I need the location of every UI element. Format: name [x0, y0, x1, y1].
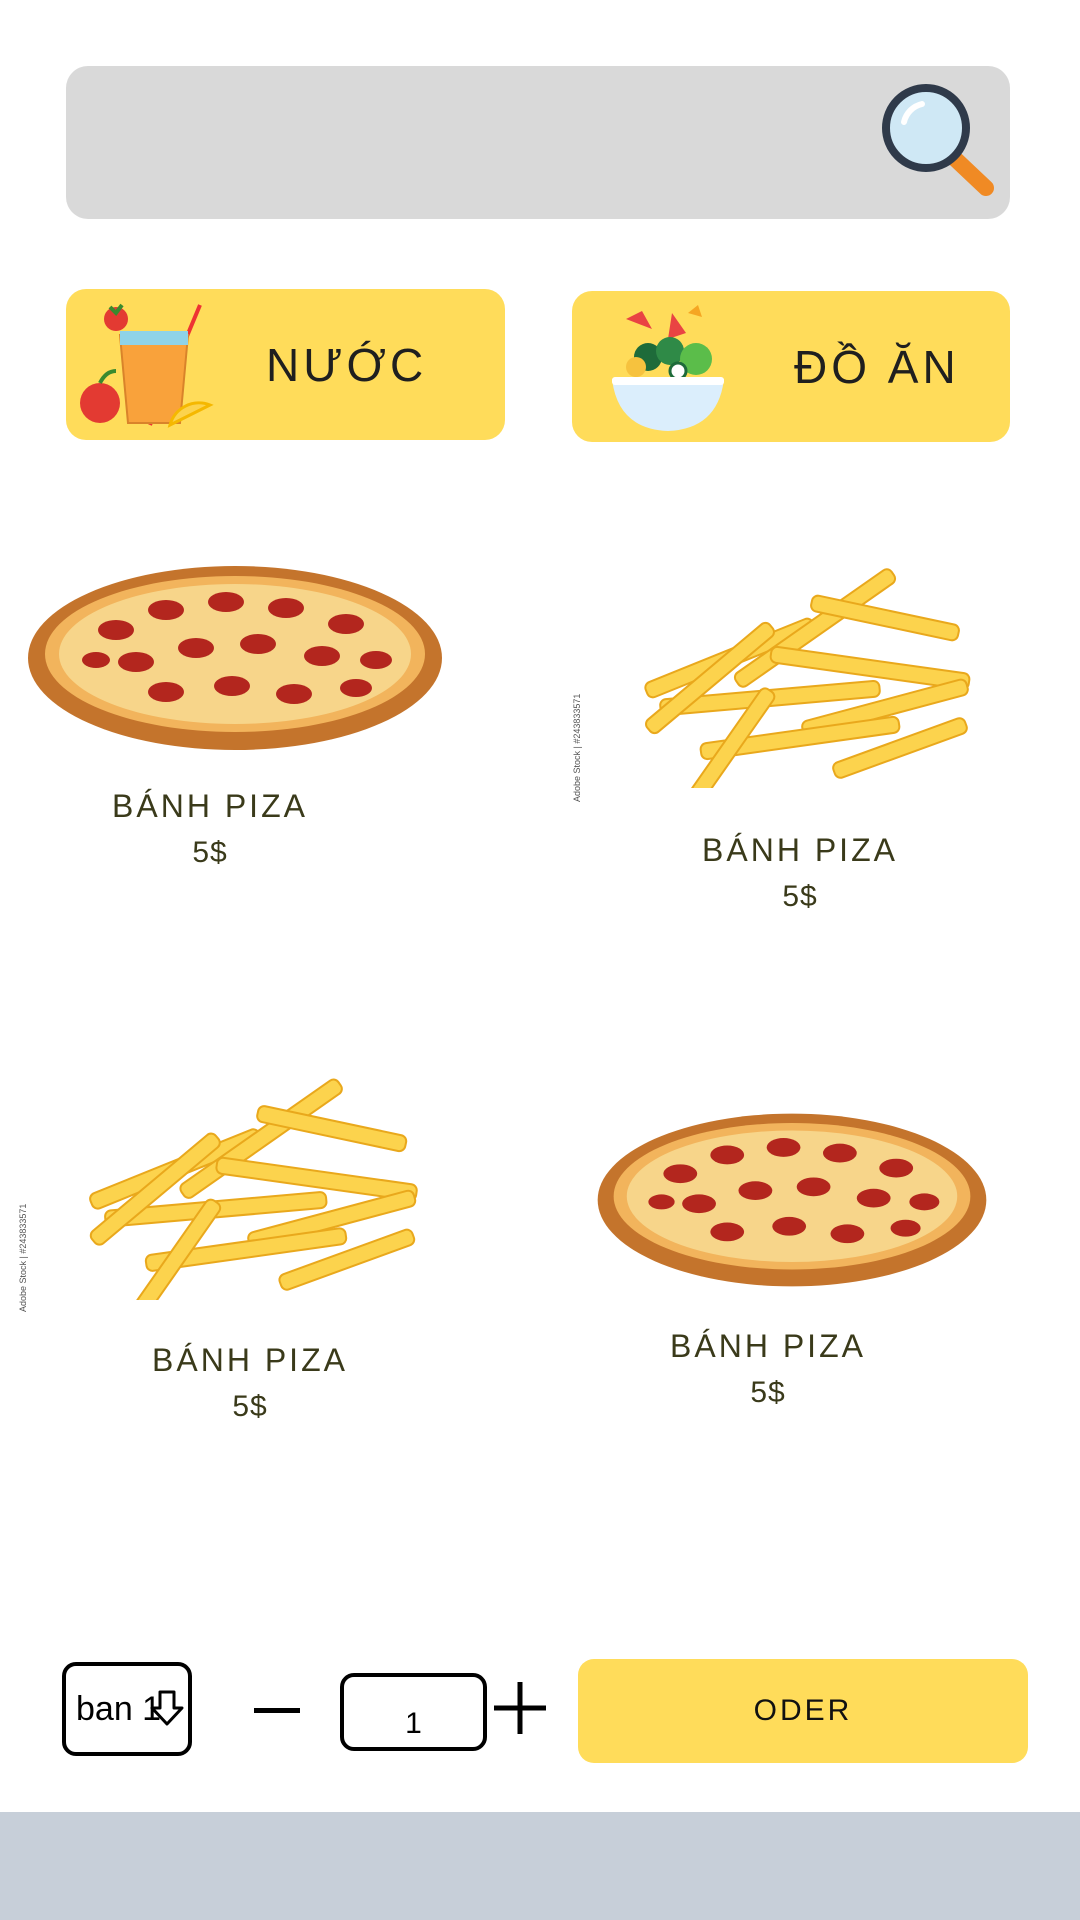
salad-icon: [612, 305, 724, 431]
order-button[interactable]: ODER: [578, 1659, 1028, 1763]
pizza-image: [597, 1113, 987, 1287]
product-name: BÁNH PIZA: [152, 1342, 348, 1378]
order-button-label: ODER: [753, 1694, 853, 1727]
product-name: BÁNH PIZA: [670, 1328, 866, 1364]
product-price: 5$: [750, 1376, 786, 1409]
table-select-value: ban 1: [76, 1689, 162, 1728]
product-name: BÁNH PIZA: [112, 788, 308, 824]
quantity-field[interactable]: 1: [340, 1673, 487, 1751]
search-icon[interactable]: [878, 80, 998, 200]
image-watermark: Adobe Stock | #243833571: [18, 1203, 28, 1312]
category-drinks-button[interactable]: NƯỚC: [66, 289, 505, 440]
image-watermark: Adobe Stock | #243833571: [572, 693, 582, 802]
decrease-quantity-button[interactable]: [254, 1708, 300, 1713]
category-food-label: ĐỒ ĂN: [794, 340, 960, 393]
product-price: 5$: [232, 1390, 268, 1423]
product-price: 5$: [782, 880, 818, 913]
juice-icon: [80, 303, 214, 428]
fries-image: [644, 568, 971, 788]
increase-quantity-button[interactable]: [492, 1680, 548, 1736]
fries-image: [89, 1078, 418, 1300]
category-food-button[interactable]: ĐỒ ĂN: [572, 291, 1010, 442]
category-drinks-label: NƯỚC: [266, 338, 428, 391]
table-select[interactable]: ban 1: [62, 1662, 192, 1756]
search-bar[interactable]: [66, 66, 1010, 219]
product-name: BÁNH PIZA: [702, 832, 898, 868]
arrow-down-icon: [150, 1690, 184, 1726]
product-price: 5$: [192, 836, 228, 869]
pizza-image: [28, 566, 442, 750]
bottom-navigation-bar: [0, 1812, 1080, 1920]
quantity-value: 1: [405, 1707, 422, 1740]
